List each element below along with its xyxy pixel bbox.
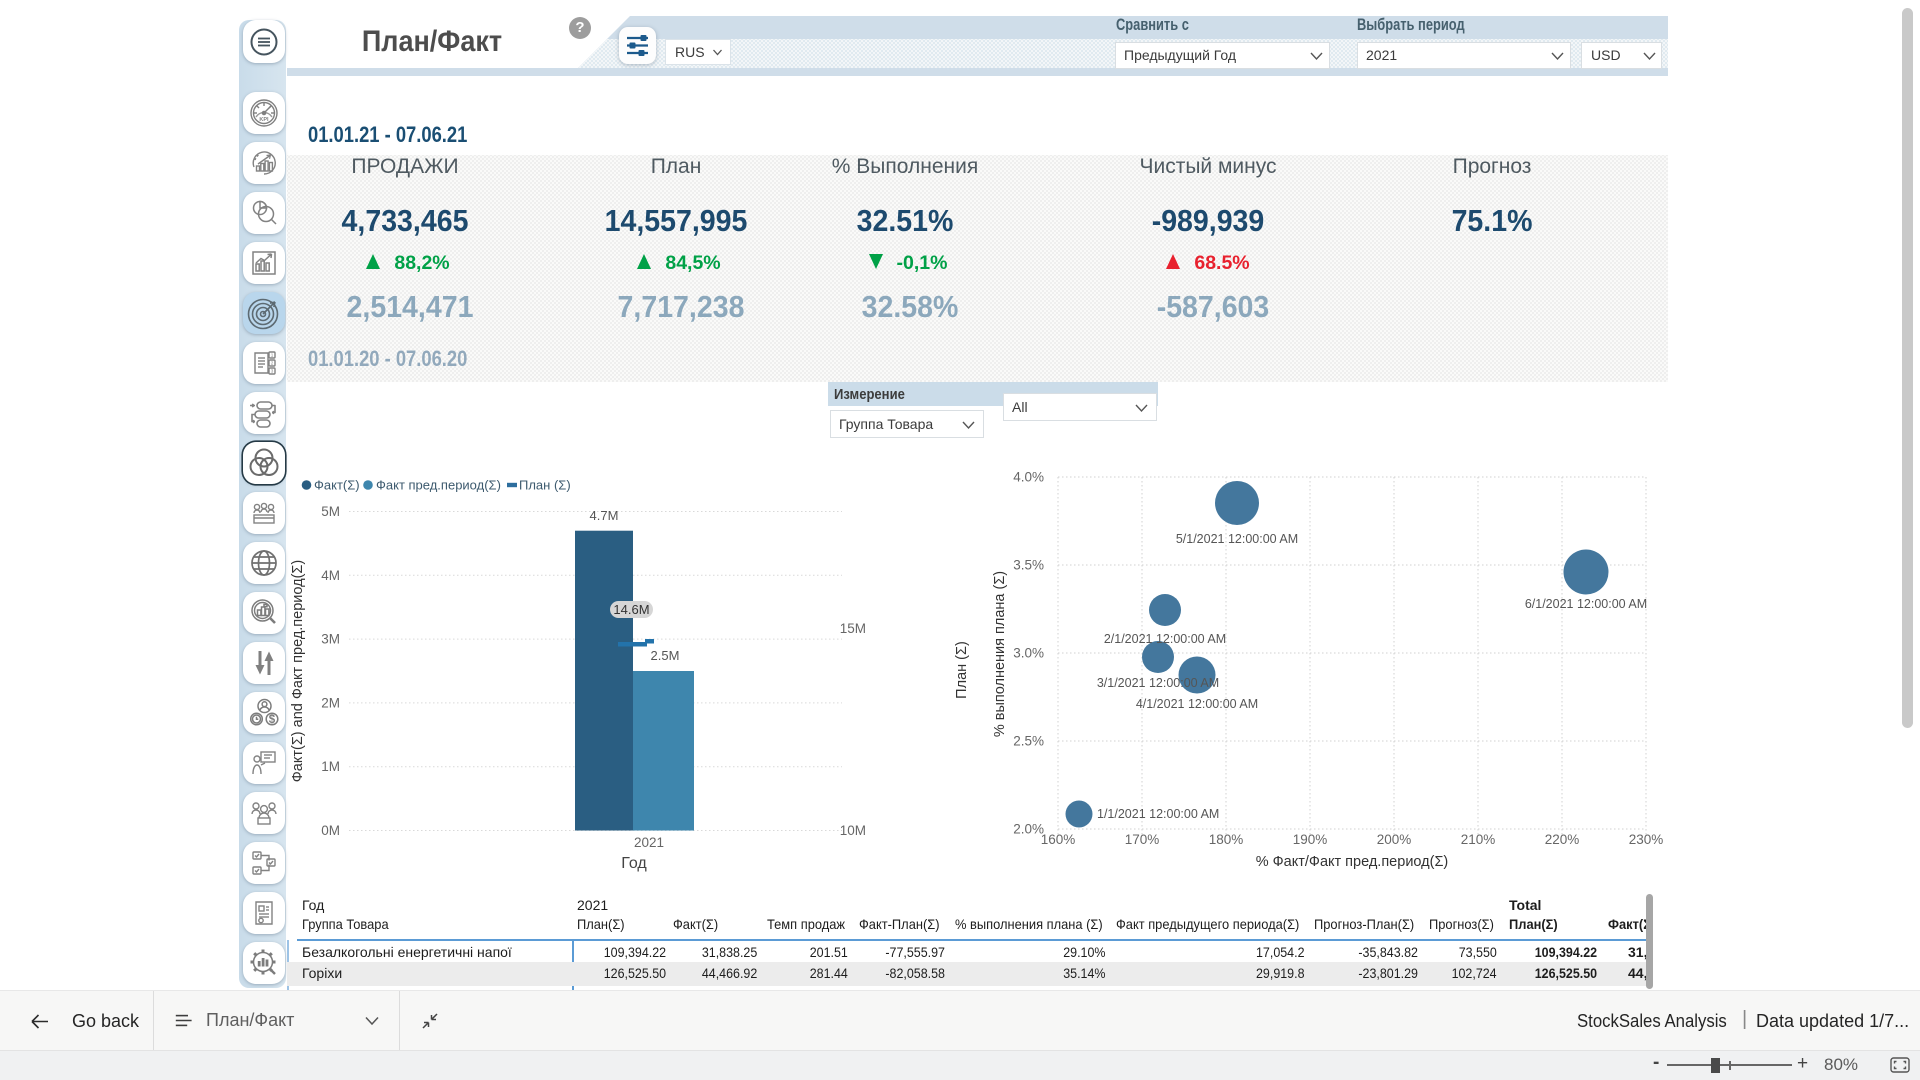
svg-text:4.0%: 4.0% xyxy=(1013,470,1044,485)
svg-text:170%: 170% xyxy=(1125,832,1160,847)
svg-text:% Факт/Факт пред.период(Σ): % Факт/Факт пред.период(Σ) xyxy=(1256,854,1449,870)
svg-text:2.5%: 2.5% xyxy=(1013,734,1044,749)
svg-text:4/1/2021 12:00:00 AM: 4/1/2021 12:00:00 AM xyxy=(1136,697,1258,711)
svg-text:3: 3 xyxy=(271,369,274,374)
svg-text:10M: 10M xyxy=(840,823,866,838)
svg-text:3.0%: 3.0% xyxy=(1013,646,1044,661)
svg-text:190%: 190% xyxy=(1293,832,1328,847)
svg-text:180%: 180% xyxy=(1209,832,1244,847)
svg-text:3M: 3M xyxy=(321,632,340,647)
svg-text:4M: 4M xyxy=(321,568,340,583)
svg-text:5M: 5M xyxy=(321,504,340,519)
svg-text:1: 1 xyxy=(271,353,274,358)
svg-text:Факт(Σ): Факт(Σ) xyxy=(314,478,360,493)
svg-text:План (Σ): План (Σ) xyxy=(954,641,970,699)
svg-text:2021: 2021 xyxy=(634,835,664,850)
svg-text:6/1/2021 12:00:00 AM: 6/1/2021 12:00:00 AM xyxy=(1525,597,1647,611)
svg-text:2.0%: 2.0% xyxy=(1013,822,1044,837)
svg-text:220%: 220% xyxy=(1545,832,1580,847)
svg-text:2/1/2021 12:00:00 AM: 2/1/2021 12:00:00 AM xyxy=(1104,632,1226,646)
svg-text:2: 2 xyxy=(271,361,274,366)
svg-text:1M: 1M xyxy=(321,759,340,774)
svg-text:Год: Год xyxy=(621,855,647,872)
svg-text:0M: 0M xyxy=(321,823,340,838)
svg-text:Факт(Σ) and Факт пред.период(Σ: Факт(Σ) and Факт пред.период(Σ) xyxy=(290,560,306,782)
svg-text:3.5%: 3.5% xyxy=(1013,558,1044,573)
svg-text:1/1/2021 12:00:00 AM: 1/1/2021 12:00:00 AM xyxy=(1097,807,1219,821)
svg-text:План (Σ): План (Σ) xyxy=(519,478,571,493)
svg-text:15M: 15M xyxy=(840,621,866,636)
svg-text:Факт пред.период(Σ): Факт пред.период(Σ) xyxy=(376,478,501,493)
svg-text:KPI: KPI xyxy=(259,117,269,123)
svg-text:200%: 200% xyxy=(1377,832,1412,847)
svg-text:210%: 210% xyxy=(1461,832,1496,847)
svg-text:230%: 230% xyxy=(1629,832,1664,847)
svg-text:2.5M: 2.5M xyxy=(651,648,680,663)
svg-text:3/1/2021 12:00:00 AM: 3/1/2021 12:00:00 AM xyxy=(1097,676,1219,690)
svg-text:4.7M: 4.7M xyxy=(590,508,619,523)
svg-text:2M: 2M xyxy=(321,695,340,710)
svg-text:% выполнения плана (Σ): % выполнения плана (Σ) xyxy=(992,571,1008,737)
svg-text:$: $ xyxy=(269,714,276,726)
svg-text:5/1/2021 12:00:00 AM: 5/1/2021 12:00:00 AM xyxy=(1176,532,1298,546)
svg-text:160%: 160% xyxy=(1041,832,1076,847)
svg-text:14.6M: 14.6M xyxy=(613,602,649,617)
